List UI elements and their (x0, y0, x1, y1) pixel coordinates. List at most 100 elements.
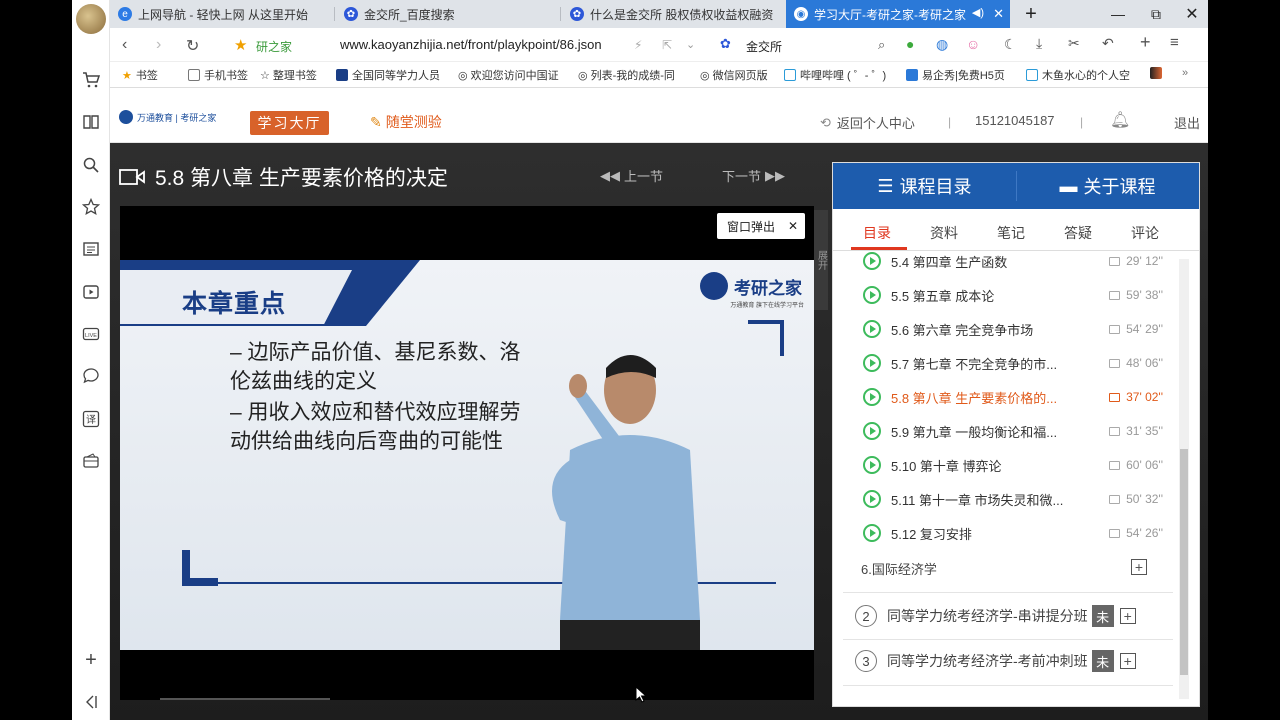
tab-label: 上网导航 - 轻快上网 从这里开始 (138, 7, 308, 22)
section-header[interactable]: 6.国际经济学 + (861, 559, 1161, 578)
undo-icon[interactable]: ↶ (1102, 35, 1114, 52)
translate-icon[interactable]: 译 (80, 408, 102, 430)
search-icon[interactable]: ⌕ (878, 37, 885, 53)
collapse-sidebar-icon[interactable] (80, 691, 102, 713)
list-item[interactable]: 5.12 复习安排 54' 26'' (863, 522, 1163, 544)
tab-about-course[interactable]: ▬ 关于课程 (1016, 163, 1199, 209)
bookmark-item[interactable]: ◎ 列表-我的成绩-同 (578, 67, 688, 83)
bookmarks-bar: ★ 书签 手机书签 ☆ 整理书签 全国同等学力人员 ◎ 欢迎您访问中国证 ◎ 列表-我的… (110, 62, 1208, 88)
bell-icon[interactable]: 🔔︎ (1110, 110, 1130, 130)
next-lesson-button[interactable]: 下一节 ▶▶ (722, 166, 785, 185)
download-icon[interactable]: ⤓ (1036, 35, 1042, 52)
bookmark-item[interactable]: ◎ 微信网页版 (700, 67, 768, 83)
nav-study-hall[interactable]: 学习大厅 (250, 111, 329, 135)
chat-icon[interactable] (80, 365, 102, 387)
list-item-current[interactable]: 5.8 第八章 生产要素价格的... 37' 02'' (863, 386, 1163, 408)
user-phone[interactable]: 15121045187 (975, 113, 1055, 128)
list-item[interactable]: 5.4 第四章 生产函数 29' 12'' (863, 251, 1163, 272)
live-icon[interactable]: LIVE (80, 323, 102, 345)
bookmark-item[interactable]: 手机书签 (188, 67, 248, 83)
subtab-qa[interactable]: 答疑 (1064, 223, 1092, 243)
tab-jinjiaosuo[interactable]: ✿ 什么是金交所 股权债权收益权融资 (562, 0, 784, 28)
list-item[interactable]: 5.5 第五章 成本论 59' 38'' (863, 284, 1163, 306)
list-item[interactable]: 5.7 第七章 不完全竞争的市... 48' 06'' (863, 352, 1163, 374)
user-avatar[interactable] (76, 4, 106, 34)
logout-link[interactable]: 退出 (1174, 113, 1200, 132)
subtab-notes[interactable]: 笔记 (997, 223, 1025, 243)
bookmark-item[interactable]: ★ 书签 (122, 67, 158, 83)
add-icon[interactable]: + (80, 649, 102, 671)
bookmark-star-icon[interactable]: ★ (234, 36, 247, 54)
list-item[interactable]: 5.9 第九章 一般均衡论和福... 31' 35'' (863, 420, 1163, 442)
fast-forward-icon: ▶▶ (765, 167, 786, 183)
prev-lesson-button[interactable]: ◀◀ 上一节 (600, 166, 663, 185)
refresh-icon[interactable]: ↻ (186, 36, 199, 56)
cart-icon[interactable] (80, 69, 102, 91)
video-progress[interactable] (160, 698, 330, 700)
subtab-comments[interactable]: 评论 (1131, 223, 1159, 243)
bookmark-item[interactable]: ◎ 欢迎您访问中国证 (458, 67, 568, 83)
globe-icon: ◎ (578, 69, 588, 82)
expand-icon[interactable]: + (1131, 559, 1147, 575)
plus-icon[interactable]: + (1140, 32, 1151, 53)
mute-icon[interactable]: ◀) (972, 6, 984, 19)
news-icon[interactable] (80, 238, 102, 260)
tab-nav[interactable]: e 上网导航 - 轻快上网 从这里开始 (110, 0, 322, 28)
web-page: 万通教育 | 考研之家 学习大厅 ✎ 随堂测验 ⟲ 返回个人中心 | 1512104… (110, 88, 1208, 720)
new-tab-button[interactable]: + (1013, 0, 1049, 28)
close-tab-icon[interactable]: ✕ (993, 6, 1004, 22)
site-tag: 研之家 (256, 40, 293, 54)
night-mode-icon[interactable]: ☾ (1004, 36, 1017, 53)
panel-scrollbar[interactable] (1179, 259, 1189, 699)
course-item[interactable]: 2 同等学力统考经济学-串讲提分班未 + (855, 605, 1175, 627)
bookmark-item[interactable]: ☆ 整理书签 (260, 67, 317, 83)
site-logo[interactable]: 万通教育 | 考研之家 (119, 110, 216, 124)
bookmark-item[interactable]: 易企秀|免费H5页 (906, 67, 1016, 83)
list-item[interactable]: 5.11 第十一章 市场失灵和微... 50' 32'' (863, 488, 1163, 510)
menu-icon[interactable]: ≡ (1170, 34, 1179, 51)
expand-icon[interactable]: + (1119, 653, 1136, 669)
reader-icon[interactable] (80, 111, 102, 133)
restore-icon[interactable]: ⧉ (1138, 0, 1174, 28)
cat-icon[interactable]: ☺ (966, 36, 980, 52)
course-item[interactable]: 3 同等学力统考经济学-考前冲刺班未 + (855, 650, 1175, 672)
tab-baidu[interactable]: ✿ 金交所_百度搜索 (336, 0, 556, 28)
chat-bubble-icon[interactable]: ◍ (936, 36, 948, 53)
subtab-catalog[interactable]: 目录 (863, 223, 891, 243)
list-item[interactable]: 5.10 第十章 博弈论 60' 06'' (863, 454, 1163, 476)
popup-window-button[interactable]: 窗口弹出 ✕ (717, 213, 805, 239)
minimize-icon[interactable]: — (1100, 0, 1136, 28)
bookmark-item[interactable] (1150, 67, 1166, 79)
star-icon[interactable] (80, 196, 102, 218)
expand-icon[interactable]: + (1119, 608, 1136, 624)
share-icon[interactable]: ⇱ (662, 38, 672, 52)
nav-quiz[interactable]: ✎ 随堂测验 (370, 112, 442, 132)
back-to-center-link[interactable]: ⟲ 返回个人中心 (820, 113, 915, 132)
wechat-icon[interactable]: ● (906, 36, 914, 52)
search-engine-query[interactable]: 金交所 (746, 38, 782, 55)
video-icon[interactable] (80, 281, 102, 303)
video-player[interactable]: 本章重点 考研之家 万通教育 旗下在线学习平台 – 边际产品价值、基尼系数、洛 … (120, 206, 814, 700)
forward-icon[interactable]: › (156, 36, 161, 54)
scissors-icon[interactable]: ✂ (1068, 35, 1080, 52)
svg-text:译: 译 (86, 414, 96, 426)
search-icon[interactable] (80, 154, 102, 176)
flash-icon[interactable]: ⚡ (634, 38, 642, 52)
wallet-icon[interactable] (80, 450, 102, 472)
tab-course-catalog[interactable]: ☰ 课程目录 (833, 163, 1016, 209)
back-icon[interactable]: ‹ (122, 36, 127, 54)
scroll-thumb[interactable] (1180, 449, 1188, 675)
subtab-materials[interactable]: 资料 (930, 223, 958, 243)
bookmark-item[interactable]: 全国同等学力人员 (336, 67, 446, 83)
chevron-down-icon[interactable]: ⌄ (686, 38, 695, 51)
list-item[interactable]: 5.6 第六章 完全竞争市场 54' 29'' (863, 318, 1163, 340)
more-bookmarks-icon[interactable]: » (1182, 67, 1188, 79)
tab-study-hall[interactable]: ◉ 学习大厅-考研之家-考研之家 ◀) ✕ (786, 0, 1010, 28)
bookmark-item[interactable]: 哔哩哔哩 ( ゜- ゜) (784, 67, 894, 83)
favicon-icon (1150, 67, 1162, 79)
bookmark-item[interactable]: 木鱼水心的个人空 (1026, 67, 1150, 83)
expand-panel-button[interactable]: 展开 (814, 210, 828, 310)
url-input[interactable]: www.kaoyanzhijia.net/front/playkpoint/86… (340, 37, 602, 52)
close-window-icon[interactable]: ✕ (1174, 0, 1208, 28)
close-icon[interactable]: ✕ (788, 219, 798, 233)
